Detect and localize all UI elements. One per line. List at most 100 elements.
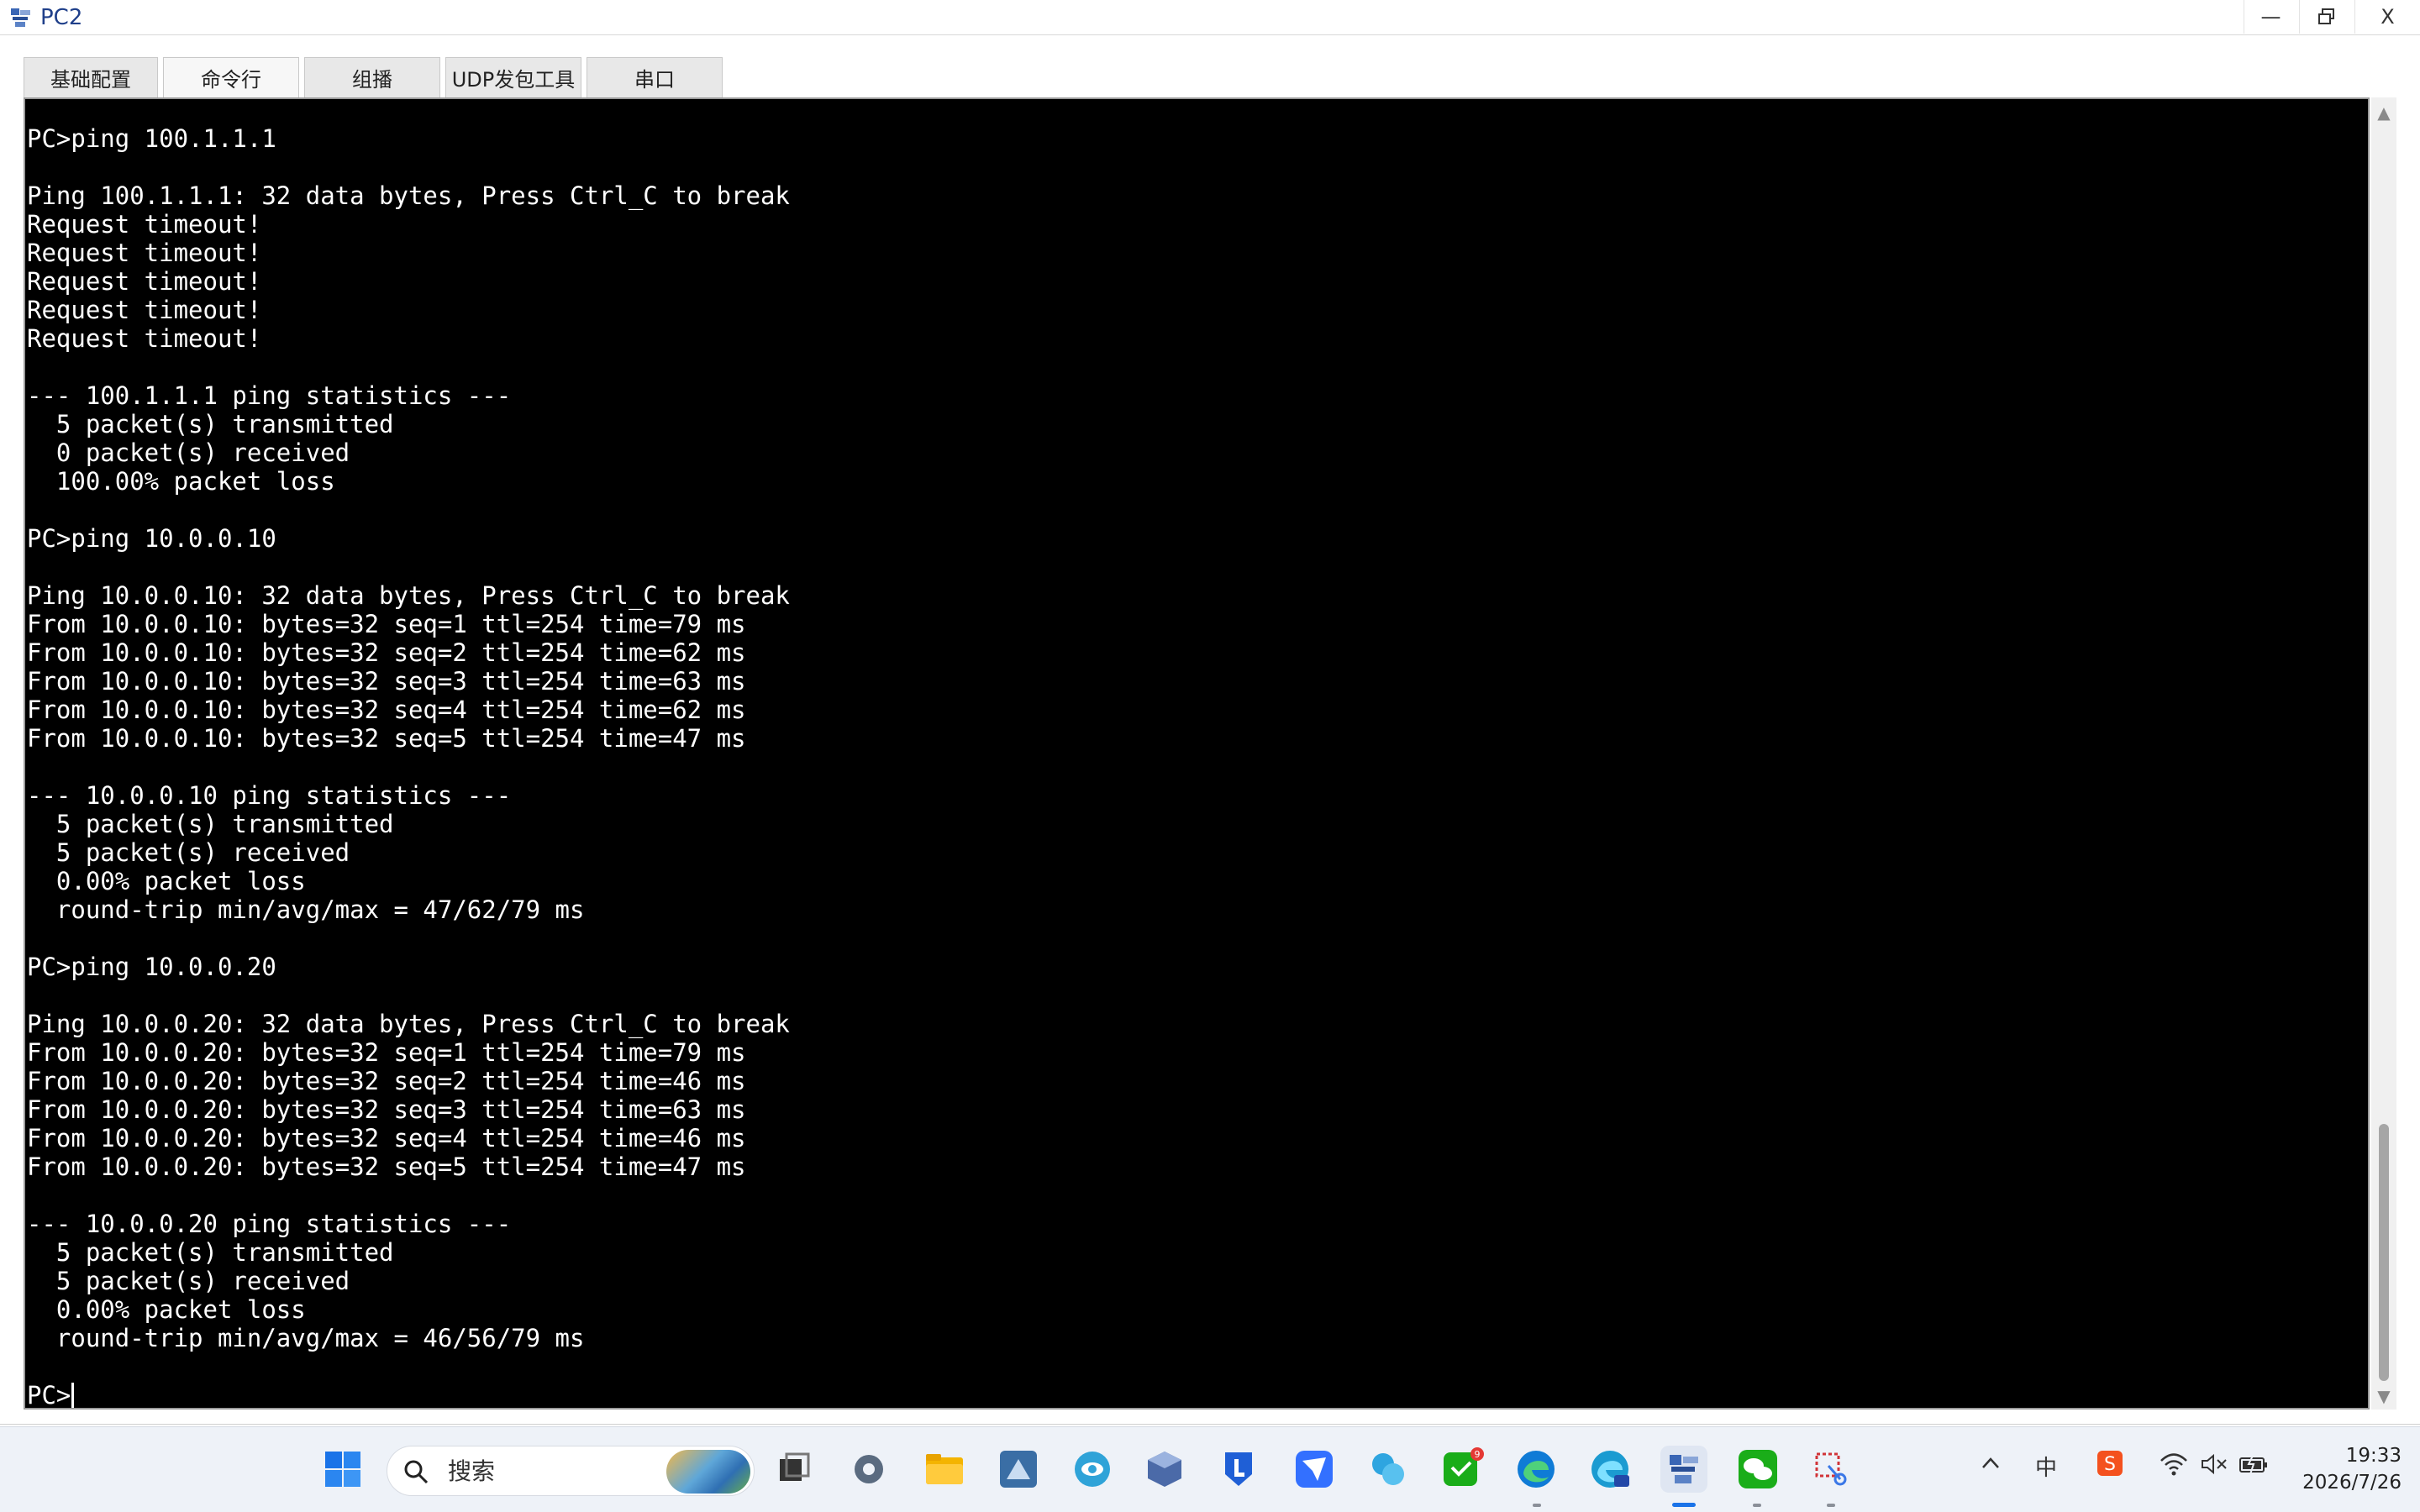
terminal-line: PC> [27, 1381, 790, 1408]
scroll-up-arrow-icon[interactable]: ▲ [2371, 102, 2396, 123]
running-app-indicator [1753, 1504, 1761, 1507]
terminal-line: From 10.0.0.20: bytes=32 seq=1 ttl=254 t… [27, 1038, 746, 1067]
text-cursor [71, 1383, 75, 1408]
terminal-line: 5 packet(s) transmitted [27, 1238, 394, 1267]
command-terminal[interactable]: PC>ping 100.1.1.1 Ping 100.1.1.1: 32 data… [24, 97, 2370, 1410]
ime-indicator[interactable]: 中 [2035, 1451, 2057, 1482]
terminal-line: Ping 10.0.0.10: 32 data bytes, Press Ctr… [27, 581, 790, 610]
clock-date: 2026/7/26 [2302, 1472, 2402, 1494]
settings-icon [855, 1455, 883, 1483]
taskbar-app-virtualbox[interactable] [1141, 1446, 1188, 1493]
restore-icon [2317, 8, 2334, 24]
taskbar-clock[interactable]: 19:33 2026/7/26 [2275, 1442, 2402, 1496]
edge-icon [1518, 1451, 1555, 1488]
taskbar-app-green[interactable]: 9 [1439, 1446, 1486, 1493]
close-icon: X [2381, 5, 2395, 29]
terminal-line: 5 packet(s) received [27, 1267, 350, 1295]
taskbar-app-camera[interactable] [1365, 1446, 1412, 1493]
tab-serial[interactable]: 串口 [587, 57, 723, 97]
wifi-icon [2160, 1453, 2187, 1476]
volume-muted-icon [2202, 1453, 2227, 1475]
terminal-line: Ping 10.0.0.20: 32 data bytes, Press Ctr… [27, 1010, 790, 1038]
tab-bar: 基础配置 命令行 组播 UDP发包工具 串口 [0, 35, 2420, 97]
terminal-line: 5 packet(s) received [27, 838, 350, 867]
taskbar-app-ensp[interactable] [1660, 1446, 1707, 1493]
show-hidden-icons-button[interactable] [1980, 1452, 2002, 1480]
window-bottom-edge [0, 1413, 2420, 1425]
tab-udp-tool[interactable]: UDP发包工具 [445, 57, 581, 97]
terminal-line: From 10.0.0.10: bytes=32 seq=3 ttl=254 t… [27, 667, 746, 696]
feishu-icon [1296, 1451, 1333, 1488]
taskbar: 搜索 9 中 S 19:33 2026/7/26 [0, 1426, 2420, 1512]
restore-button[interactable] [2299, 0, 2353, 34]
terminal-line: 5 packet(s) transmitted [27, 810, 394, 838]
terminal-scrollbar[interactable]: ▲ ▼ [2371, 97, 2396, 1410]
scroll-down-arrow-icon[interactable]: ▼ [2371, 1386, 2396, 1406]
camera-app-icon [1372, 1453, 1404, 1485]
terminal-line: From 10.0.0.20: bytes=32 seq=5 ttl=254 t… [27, 1152, 746, 1181]
terminal-line: Ping 100.1.1.1: 32 data bytes, Press Ctr… [27, 181, 790, 210]
tab-basic-config[interactable]: 基础配置 [24, 57, 158, 97]
terminal-line: 100.00% packet loss [27, 467, 335, 496]
notification-badge: 9 [1475, 1449, 1481, 1460]
taskbar-search[interactable]: 搜索 [387, 1446, 755, 1496]
terminal-line: round-trip min/avg/max = 47/62/79 ms [27, 895, 585, 924]
taskbar-app-wechat[interactable] [1734, 1446, 1781, 1493]
terminal-line: From 10.0.0.10: bytes=32 seq=5 ttl=254 t… [27, 724, 746, 753]
dbeaver-icon [1000, 1451, 1037, 1488]
tab-multicast[interactable]: 组播 [304, 57, 440, 97]
terminal-line: --- 10.0.0.10 ping statistics --- [27, 781, 512, 810]
taskbar-app-edge-ai[interactable] [1586, 1446, 1634, 1493]
window-title: PC2 [40, 5, 83, 30]
terminal-line: 0 packet(s) received [27, 438, 350, 467]
terminal-line: From 10.0.0.20: bytes=32 seq=3 ttl=254 t… [27, 1095, 746, 1124]
volume-button[interactable] [2200, 1452, 2228, 1482]
taskbar-app-task-view[interactable] [770, 1446, 817, 1493]
taskbar-app-eye-care[interactable] [1069, 1446, 1116, 1493]
terminal-line: Request timeout! [27, 267, 262, 296]
taskbar-app-settings[interactable] [845, 1446, 892, 1493]
terminal-output: PC>ping 100.1.1.1 Ping 100.1.1.1: 32 data… [27, 124, 790, 1408]
file-explorer-icon [926, 1454, 963, 1484]
close-button[interactable]: X [2354, 0, 2420, 34]
svg-text:S: S [2104, 1454, 2116, 1475]
eye-care-icon [1075, 1452, 1110, 1487]
terminal-line: From 10.0.0.20: bytes=32 seq=4 ttl=254 t… [27, 1124, 746, 1152]
start-button[interactable] [319, 1446, 366, 1493]
terminal-line: --- 100.1.1.1 ping statistics --- [27, 381, 512, 410]
taskbar-app-dbeaver[interactable] [995, 1446, 1042, 1493]
running-app-indicator [1827, 1504, 1835, 1507]
tab-command-line[interactable]: 命令行 [163, 57, 299, 97]
terminal-line: Request timeout! [27, 239, 262, 267]
ensp-icon [1670, 1455, 1698, 1483]
task-view-icon [780, 1452, 810, 1481]
wifi-button[interactable] [2160, 1452, 2188, 1482]
terminal-line: From 10.0.0.20: bytes=32 seq=2 ttl=254 t… [27, 1067, 746, 1095]
clock-time: 19:33 [2345, 1445, 2402, 1467]
terminal-line: From 10.0.0.10: bytes=32 seq=1 ttl=254 t… [27, 610, 746, 638]
battery-button[interactable] [2238, 1452, 2269, 1482]
wechat-icon [1739, 1450, 1777, 1488]
search-icon [404, 1460, 429, 1484]
start-icon [325, 1452, 360, 1487]
taskbar-app-snipping-tool[interactable] [1808, 1446, 1855, 1493]
minimize-button[interactable]: — [2244, 0, 2297, 34]
virtualbox-icon [1148, 1452, 1181, 1487]
sogou-ime-button[interactable]: S [2096, 1449, 2124, 1483]
taskbar-app-edge[interactable] [1512, 1446, 1560, 1493]
active-app-indicator [1672, 1503, 1696, 1507]
ensp-app-icon [11, 8, 30, 27]
scrollbar-thumb[interactable] [2379, 1124, 2389, 1381]
taskbar-app-lenovo[interactable] [1215, 1446, 1262, 1493]
snipping-tool-icon [1815, 1452, 1847, 1486]
taskbar-app-feishu[interactable] [1291, 1446, 1338, 1493]
taskbar-app-file-explorer[interactable] [921, 1446, 968, 1493]
terminal-line: Request timeout! [27, 296, 262, 324]
